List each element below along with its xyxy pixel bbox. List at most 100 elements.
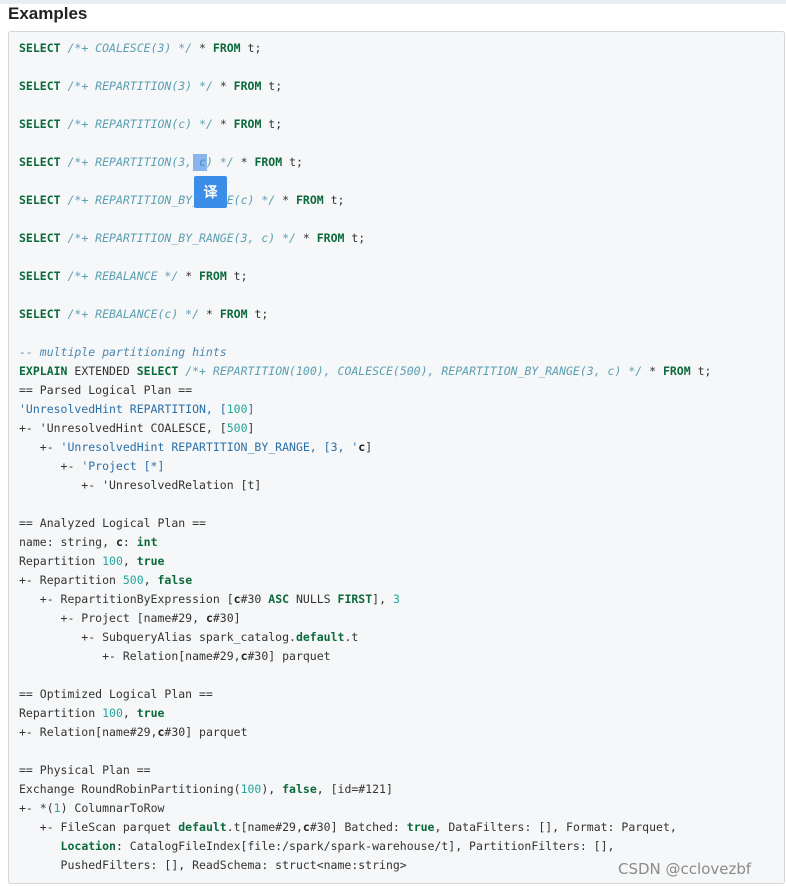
code-line: +- 'UnresolvedRelation [t]	[19, 476, 261, 495]
code-line: == Optimized Logical Plan ==	[19, 685, 213, 704]
code-line: Exchange RoundRobinPartitioning(100), fa…	[19, 780, 393, 799]
code-token: #30] Batched:	[309, 820, 407, 834]
code-token: 'UnresolvedHint REPARTITION_BY_RANGE, [3…	[60, 440, 359, 454]
code-line: +- *(1) ColumnarToRow	[19, 799, 164, 818]
code-token: ,	[143, 573, 158, 587]
code-line: +- Project [name#29, c#30]	[19, 609, 241, 628]
code-token: /*+ REBALANCE(c) */	[67, 307, 200, 321]
code-token: SELECT	[19, 269, 61, 283]
code-line: Repartition 100, true	[19, 704, 164, 723]
code-token: NULLS	[289, 592, 338, 606]
code-line: SELECT /*+ REBALANCE */ * FROM t;	[19, 267, 248, 286]
code-block[interactable]: SELECT /*+ COALESCE(3) */ * FROM t; SELEC…	[8, 31, 785, 884]
code-token: Repartition	[19, 706, 103, 720]
code-token: -- multiple partitioning hints	[19, 345, 227, 359]
code-token: c	[302, 820, 310, 834]
code-token: 100	[102, 706, 123, 720]
code-token: #30]	[212, 611, 241, 625]
code-token: == Optimized Logical Plan ==	[19, 687, 213, 701]
code-token: c	[240, 649, 248, 663]
code-token: 100	[226, 402, 248, 416]
code-token: default	[178, 820, 227, 834]
code-token: , [id=#121]	[316, 782, 393, 796]
code-token: , DataFilters: [], Format: Parquet,	[434, 820, 677, 834]
code-token: : CatalogFileIndex[file:/spark/spark-war…	[115, 839, 615, 853]
code-token: Location	[60, 839, 116, 853]
code-token: t;	[261, 117, 283, 131]
code-token: default	[295, 630, 345, 644]
code-line: SELECT /*+ REPARTITION(3) */ * FROM t;	[19, 77, 282, 96]
code-token: c	[115, 535, 123, 549]
code-token: FROM	[316, 231, 345, 245]
code-token: 500	[226, 421, 248, 435]
code-token: :	[122, 535, 137, 549]
code-token: t;	[282, 155, 303, 169]
code-token: +- SubqueryAlias spark_catalog.	[19, 630, 296, 644]
watermark: CSDN @cclovezbf	[618, 860, 752, 878]
code-token: SELECT	[19, 193, 61, 207]
code-token: +- Relation[name#29,	[19, 725, 158, 739]
code-token: SELECT	[19, 41, 61, 55]
code-line: Repartition 100, true	[19, 552, 164, 571]
code-token: FROM	[233, 79, 262, 93]
code-token: +- 'UnresolvedRelation [t]	[19, 478, 262, 492]
code-token: FROM	[233, 117, 262, 131]
text-selection-highlight	[193, 154, 207, 171]
code-token: int	[136, 535, 158, 549]
code-token: 3	[392, 592, 400, 606]
code-line: +- FileScan parquet default.t[name#29,c#…	[19, 818, 677, 837]
code-token: EXTENDED	[67, 364, 137, 378]
code-token: Exchange RoundRobinPartitioning(	[19, 782, 241, 796]
code-line: +- SubqueryAlias spark_catalog.default.t	[19, 628, 358, 647]
code-token: *	[275, 193, 296, 207]
code-line: EXPLAIN EXTENDED SELECT /*+ REPARTITION(…	[19, 362, 711, 381]
code-token: FROM	[199, 269, 227, 283]
code-token: FROM	[254, 155, 283, 169]
code-line: +- 'Project [*]	[19, 457, 165, 476]
code-token: FROM	[295, 193, 324, 207]
code-token: SELECT	[19, 79, 61, 93]
code-token: +- 'UnresolvedHint COALESCE, [	[19, 421, 227, 435]
code-token: .t	[344, 630, 359, 644]
code-token: *	[199, 307, 220, 321]
code-line: PushedFilters: [], ReadSchema: struct<na…	[19, 856, 407, 875]
code-token: +- Repartition	[19, 573, 123, 587]
code-token: SELECT	[136, 364, 179, 378]
code-token: 100	[102, 554, 123, 568]
code-token: /*+ REBALANCE */	[67, 269, 179, 283]
code-token: name: string,	[19, 535, 116, 549]
code-token: *	[212, 117, 234, 131]
code-token: +- FileScan parquet	[19, 820, 179, 834]
code-token: *	[192, 41, 213, 55]
code-token: ASC	[268, 592, 290, 606]
code-token: *	[642, 364, 663, 378]
code-token: t;	[261, 79, 283, 93]
code-token: 'UnresolvedHint REPARTITION, [	[19, 402, 227, 416]
code-token: 500	[122, 573, 144, 587]
code-token: ]	[247, 402, 255, 416]
code-line: SELECT /*+ REPARTITION(3, c) */ * FROM t…	[19, 153, 303, 172]
code-token: ,	[122, 706, 137, 720]
code-token: #30] parquet	[247, 649, 331, 663]
code-line: +- 'UnresolvedHint REPARTITION_BY_RANGE,…	[19, 438, 372, 457]
code-token: ]	[365, 440, 373, 454]
code-line: == Analyzed Logical Plan ==	[19, 514, 206, 533]
code-token: FROM	[219, 307, 248, 321]
code-token: true	[406, 820, 435, 834]
code-line: SELECT /*+ REPARTITION(c) */ * FROM t;	[19, 115, 282, 134]
code-token: +- Project [name#29,	[19, 611, 206, 625]
code-token: #30] parquet	[164, 725, 248, 739]
translate-button[interactable]: 译	[194, 176, 227, 208]
code-token: false	[157, 573, 193, 587]
code-token: *	[178, 269, 200, 283]
code-token: == Analyzed Logical Plan ==	[19, 516, 206, 530]
code-token: +- RepartitionByExpression [	[19, 592, 234, 606]
code-token: ,	[122, 554, 137, 568]
code-token: t;	[226, 269, 248, 283]
code-line: +- Repartition 500, false	[19, 571, 192, 590]
code-token: SELECT	[19, 155, 61, 169]
code-line: 'UnresolvedHint REPARTITION, [100]	[19, 400, 254, 419]
code-line: +- RepartitionByExpression [c#30 ASC NUL…	[19, 590, 400, 609]
code-token: #30	[240, 592, 269, 606]
